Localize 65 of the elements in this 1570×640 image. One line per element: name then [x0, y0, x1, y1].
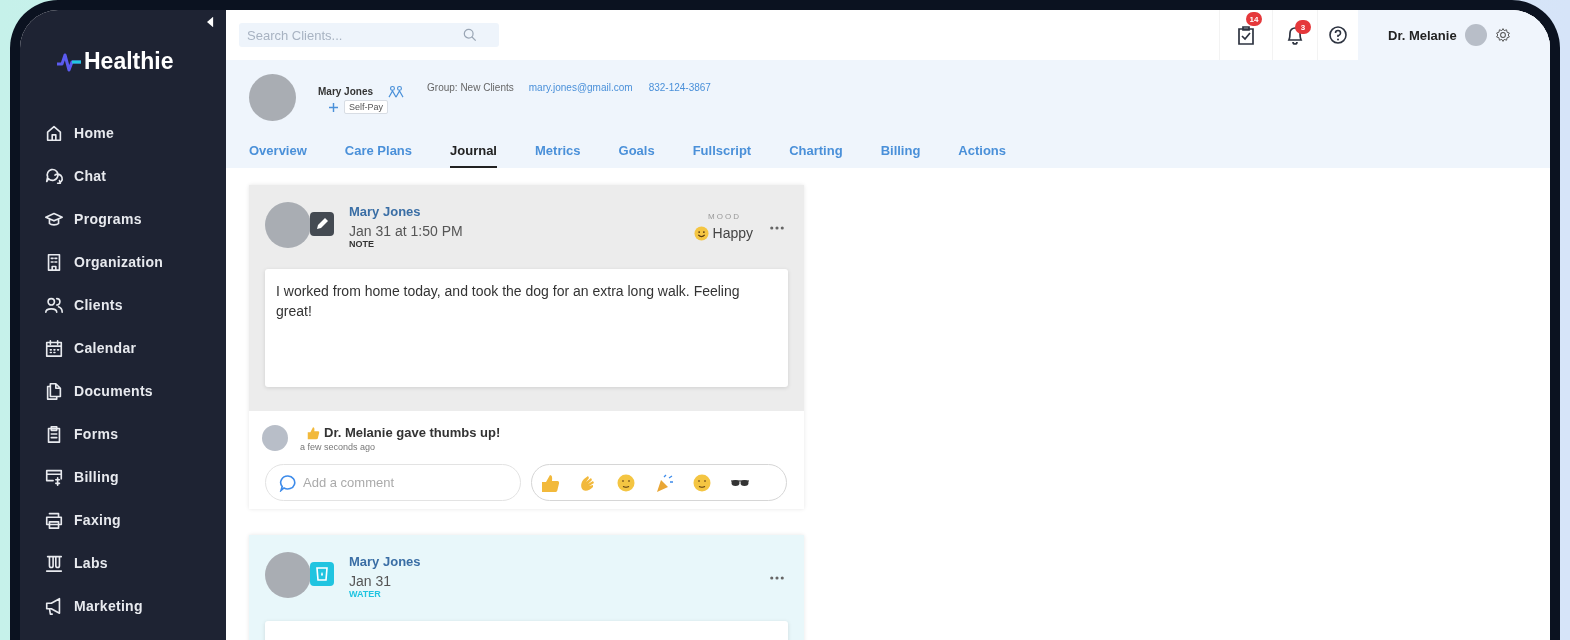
sidebar-item[interactable]: Programs [44, 204, 152, 234]
plus-icon[interactable] [329, 102, 338, 112]
settings-icon[interactable] [1494, 27, 1511, 43]
sidebar-item[interactable]: Labs [44, 548, 118, 578]
sidebar-item[interactable]: Home [44, 118, 125, 148]
printer-icon [44, 510, 64, 530]
calendar-icon [44, 338, 64, 358]
smiling-face-icon [693, 225, 709, 241]
client-group: Group: New Clients [427, 74, 514, 93]
sidebar-item[interactable]: Calendar [44, 333, 147, 363]
client-avatar [249, 74, 296, 121]
entry-date: Jan 31 at 1:50 PM [349, 223, 463, 239]
thumbs-up-icon [306, 425, 320, 440]
avatar [265, 552, 311, 598]
thumbs-up-icon[interactable] [540, 472, 560, 493]
clipboard-check-icon [1236, 25, 1256, 45]
pulse-logo-icon [56, 51, 82, 72]
entry-text: I worked from home today, and took the dog for an extra long walk. Feeling great! [276, 282, 741, 321]
reaction-time: a few seconds ago [300, 442, 377, 452]
more-options-icon[interactable] [770, 226, 784, 230]
sidebar-item[interactable]: Marketing [44, 591, 153, 621]
entry-type: NOTE [349, 239, 375, 249]
help-icon [1328, 25, 1348, 45]
comment-field[interactable]: Add a comment [265, 464, 521, 501]
sidebar-item[interactable]: Documents [44, 376, 163, 406]
chat-icon [44, 166, 64, 186]
mood-value: Happy [712, 225, 753, 241]
entry-type: WATER [349, 589, 382, 599]
avatar [1464, 24, 1487, 46]
avatar [262, 425, 288, 451]
plan-tag: Self-Pay [344, 100, 388, 114]
sidebar-item[interactable]: Chat [44, 161, 117, 191]
author-name[interactable]: Mary Jones [349, 204, 463, 219]
test-tubes-icon [44, 553, 64, 573]
search-field[interactable]: Search Clients... [239, 23, 499, 47]
water-glass-icon [310, 562, 334, 586]
sidebar-item[interactable]: Forms [44, 419, 129, 449]
sidebar-item[interactable]: Faxing [44, 505, 131, 535]
pencil-icon [310, 212, 334, 236]
search-icon [463, 28, 477, 42]
speech-bubble-icon [279, 474, 297, 492]
avatar [265, 202, 311, 248]
logo-text: Healthie [84, 48, 174, 75]
client-name: Mary Jones [318, 85, 374, 97]
mood-label: MOOD [708, 212, 741, 221]
user-menu[interactable]: Dr. Melanie [1358, 10, 1550, 60]
smiling-face-icon[interactable] [616, 472, 636, 493]
sidebar-item[interactable]: Clients [44, 290, 133, 320]
collapse-icon[interactable] [207, 16, 214, 28]
home-icon [44, 123, 64, 143]
party-popper-icon[interactable] [654, 472, 674, 493]
count-badge: 3 [1295, 20, 1311, 34]
billing-icon [44, 467, 64, 487]
people-icon [44, 295, 64, 315]
tab[interactable]: Journal [450, 143, 497, 168]
count-badge: 14 [1246, 12, 1262, 26]
reaction-message: Dr. Melanie gave thumbs up! [324, 425, 501, 440]
entry-date: Jan 31 [349, 573, 393, 589]
sidebar-item[interactable]: Organization [44, 247, 174, 277]
more-options-icon[interactable] [770, 576, 784, 580]
bell-icon [1285, 25, 1305, 45]
sidebar-item[interactable]: Billing [44, 462, 129, 492]
documents-icon [44, 381, 64, 401]
group-icon[interactable] [387, 84, 406, 98]
author-name[interactable]: Mary Jones [349, 554, 421, 569]
